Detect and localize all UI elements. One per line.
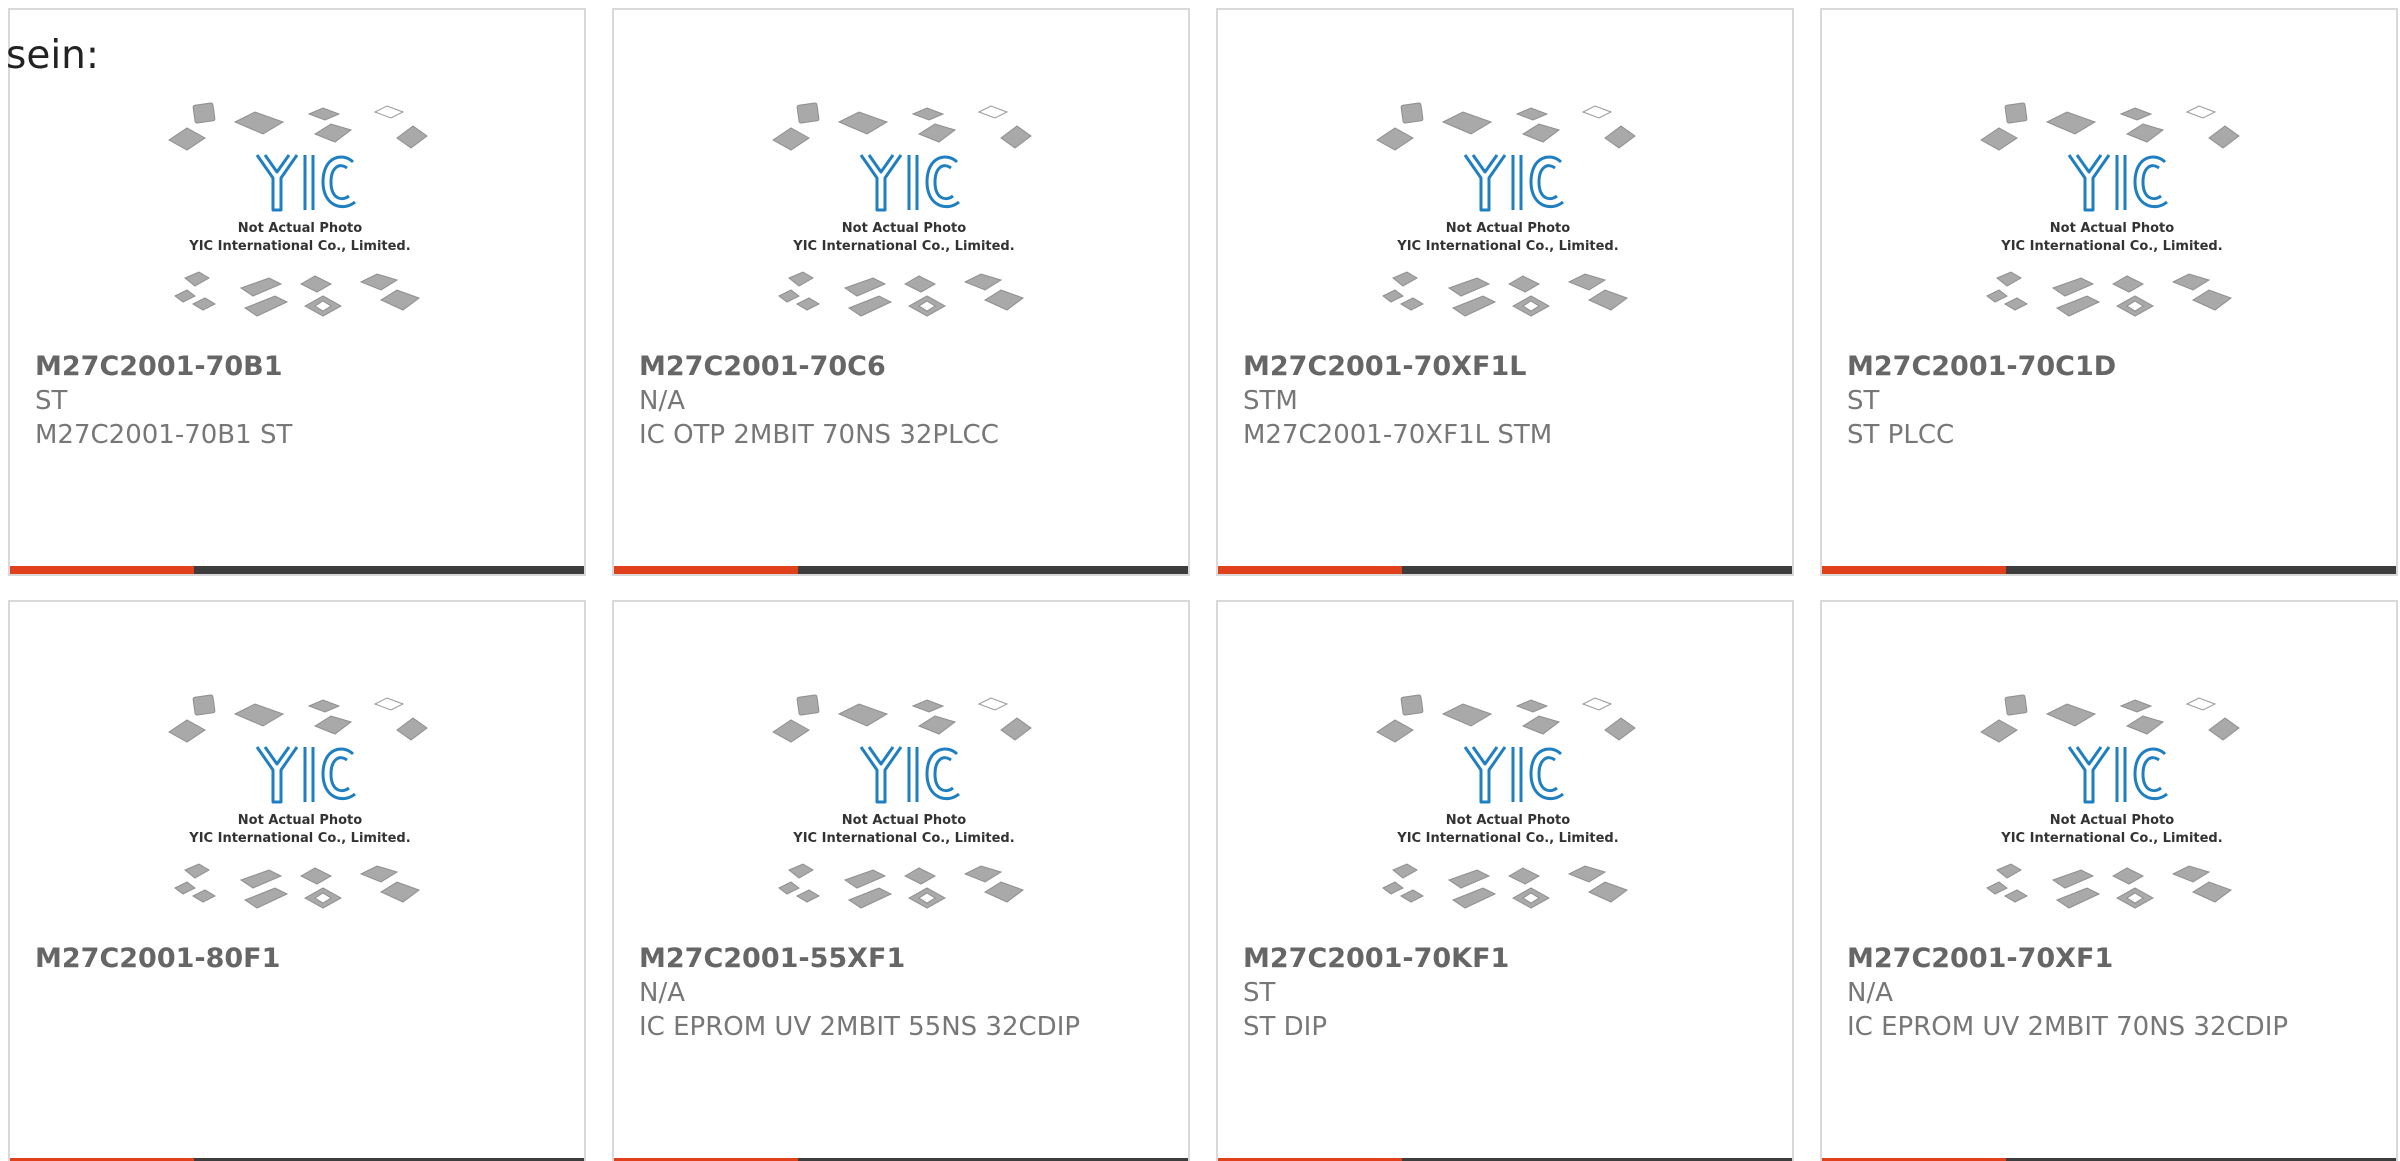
placeholder-image: Not Actual Photo YIC International Co., … bbox=[1376, 102, 1636, 317]
card-bottom-bar bbox=[10, 566, 584, 574]
placeholder-caption-1: Not Actual Photo bbox=[1446, 221, 1570, 236]
placeholder-caption-2: YIC International Co., Limited. bbox=[1396, 831, 1618, 846]
placeholder-caption-1: Not Actual Photo bbox=[1446, 813, 1570, 828]
product-info: M27C2001-70C6 N/A IC OTP 2MBIT 70NS 32PL… bbox=[639, 350, 1168, 452]
card-bar-accent bbox=[614, 566, 798, 574]
yic-logo bbox=[255, 746, 356, 804]
product-card[interactable]: Not Actual Photo YIC International Co., … bbox=[1820, 600, 2398, 1161]
chip-packages-bottom bbox=[1986, 863, 2233, 909]
placeholder-caption-1: Not Actual Photo bbox=[842, 221, 966, 236]
description: IC OTP 2MBIT 70NS 32PLCC bbox=[639, 420, 999, 450]
product-card[interactable]: Not Actual Photo YIC International Co., … bbox=[612, 600, 1190, 1161]
chip-packages-bottom bbox=[1986, 271, 2233, 317]
card-bar-accent bbox=[10, 566, 194, 574]
chip-packages-bottom bbox=[174, 271, 421, 317]
placeholder-image: Not Actual Photo YIC International Co., … bbox=[1980, 102, 2240, 317]
description: ST PLCC bbox=[1847, 420, 1955, 450]
card-bottom-bar bbox=[1218, 566, 1792, 574]
yic-logo bbox=[1463, 746, 1564, 804]
manufacturer: N/A bbox=[1847, 978, 1893, 1008]
placeholder-caption-2: YIC International Co., Limited. bbox=[188, 239, 410, 254]
chip-packages-top bbox=[1980, 694, 2240, 743]
card-bar-accent bbox=[1218, 566, 1402, 574]
yic-logo bbox=[859, 154, 960, 212]
placeholder-caption-2: YIC International Co., Limited. bbox=[792, 239, 1014, 254]
product-card[interactable]: Not Actual Photo YIC International Co., … bbox=[1216, 600, 1794, 1161]
description: M27C2001-70B1 ST bbox=[35, 420, 293, 450]
part-number[interactable]: M27C2001-70XF1 bbox=[1847, 942, 2376, 976]
product-info: M27C2001-70B1 ST M27C2001-70B1 ST bbox=[35, 350, 564, 452]
page: sein: Not Actual Photo YIC International… bbox=[0, 0, 2400, 1161]
product-info: M27C2001-70KF1 ST ST DIP bbox=[1243, 942, 1772, 1044]
chip-packages-bottom bbox=[174, 863, 421, 909]
product-info: M27C2001-80F1 bbox=[35, 942, 564, 976]
placeholder-image: Not Actual Photo YIC International Co., … bbox=[772, 102, 1032, 317]
chip-packages-bottom bbox=[1382, 271, 1629, 317]
card-bottom-bar bbox=[1822, 566, 2396, 574]
part-number[interactable]: M27C2001-70XF1L bbox=[1243, 350, 1772, 384]
yic-logo bbox=[2067, 746, 2168, 804]
placeholder-caption-2: YIC International Co., Limited. bbox=[792, 831, 1014, 846]
chip-packages-top bbox=[772, 102, 1032, 151]
part-number[interactable]: M27C2001-70KF1 bbox=[1243, 942, 1772, 976]
placeholder-caption-2: YIC International Co., Limited. bbox=[2000, 831, 2222, 846]
placeholder-image: Not Actual Photo YIC International Co., … bbox=[168, 102, 428, 317]
chip-packages-bottom bbox=[1382, 863, 1629, 909]
placeholder-caption-1: Not Actual Photo bbox=[2050, 813, 2174, 828]
placeholder-caption-2: YIC International Co., Limited. bbox=[2000, 239, 2222, 254]
chip-packages-bottom bbox=[778, 863, 1025, 909]
chip-packages-top bbox=[1376, 102, 1636, 151]
placeholder-caption-1: Not Actual Photo bbox=[238, 221, 362, 236]
manufacturer: ST bbox=[1243, 978, 1276, 1008]
placeholder-image: Not Actual Photo YIC International Co., … bbox=[1376, 694, 1636, 909]
chip-packages-top bbox=[1980, 102, 2240, 151]
manufacturer: N/A bbox=[639, 978, 685, 1008]
description: IC EPROM UV 2MBIT 70NS 32CDIP bbox=[1847, 1012, 2289, 1042]
chip-packages-top bbox=[772, 694, 1032, 743]
card-bottom-bar bbox=[614, 566, 1188, 574]
manufacturer: N/A bbox=[639, 386, 685, 416]
placeholder-caption-1: Not Actual Photo bbox=[238, 813, 362, 828]
product-card[interactable]: Not Actual Photo YIC International Co., … bbox=[1820, 8, 2398, 576]
placeholder-image: Not Actual Photo YIC International Co., … bbox=[772, 694, 1032, 909]
product-grid: Not Actual Photo YIC International Co., … bbox=[8, 8, 2400, 1161]
chip-packages-bottom bbox=[778, 271, 1025, 317]
part-number[interactable]: M27C2001-70C1D bbox=[1847, 350, 2376, 384]
manufacturer: ST bbox=[35, 386, 68, 416]
yic-logo bbox=[255, 154, 356, 212]
yic-logo bbox=[1463, 154, 1564, 212]
product-card[interactable]: Not Actual Photo YIC International Co., … bbox=[1216, 8, 1794, 576]
product-info: M27C2001-70XF1L STM M27C2001-70XF1L STM bbox=[1243, 350, 1772, 452]
manufacturer: ST bbox=[1847, 386, 1880, 416]
card-bar-accent bbox=[1822, 566, 2006, 574]
placeholder-caption-1: Not Actual Photo bbox=[2050, 221, 2174, 236]
product-card[interactable]: Not Actual Photo YIC International Co., … bbox=[8, 8, 586, 576]
description: ST DIP bbox=[1243, 1012, 1328, 1042]
description: IC EPROM UV 2MBIT 55NS 32CDIP bbox=[639, 1012, 1081, 1042]
description: M27C2001-70XF1L STM bbox=[1243, 420, 1553, 450]
yic-logo bbox=[2067, 154, 2168, 212]
product-card[interactable]: Not Actual Photo YIC International Co., … bbox=[8, 600, 586, 1161]
chip-packages-top bbox=[168, 694, 428, 743]
part-number[interactable]: M27C2001-55XF1 bbox=[639, 942, 1168, 976]
part-number[interactable]: M27C2001-70C6 bbox=[639, 350, 1168, 384]
placeholder-image: Not Actual Photo YIC International Co., … bbox=[1980, 694, 2240, 909]
product-card[interactable]: Not Actual Photo YIC International Co., … bbox=[612, 8, 1190, 576]
placeholder-caption-2: YIC International Co., Limited. bbox=[188, 831, 410, 846]
product-info: M27C2001-55XF1 N/A IC EPROM UV 2MBIT 55N… bbox=[639, 942, 1168, 1044]
chip-packages-top bbox=[168, 102, 428, 151]
placeholder-caption-1: Not Actual Photo bbox=[842, 813, 966, 828]
part-number[interactable]: M27C2001-80F1 bbox=[35, 942, 564, 976]
part-number[interactable]: M27C2001-70B1 bbox=[35, 350, 564, 384]
manufacturer: STM bbox=[1243, 386, 1298, 416]
placeholder-caption-2: YIC International Co., Limited. bbox=[1396, 239, 1618, 254]
yic-logo bbox=[859, 746, 960, 804]
chip-packages-top bbox=[1376, 694, 1636, 743]
section-heading: sein: bbox=[6, 33, 100, 78]
product-info: M27C2001-70XF1 N/A IC EPROM UV 2MBIT 70N… bbox=[1847, 942, 2376, 1044]
placeholder-image: Not Actual Photo YIC International Co., … bbox=[168, 694, 428, 909]
product-info: M27C2001-70C1D ST ST PLCC bbox=[1847, 350, 2376, 452]
